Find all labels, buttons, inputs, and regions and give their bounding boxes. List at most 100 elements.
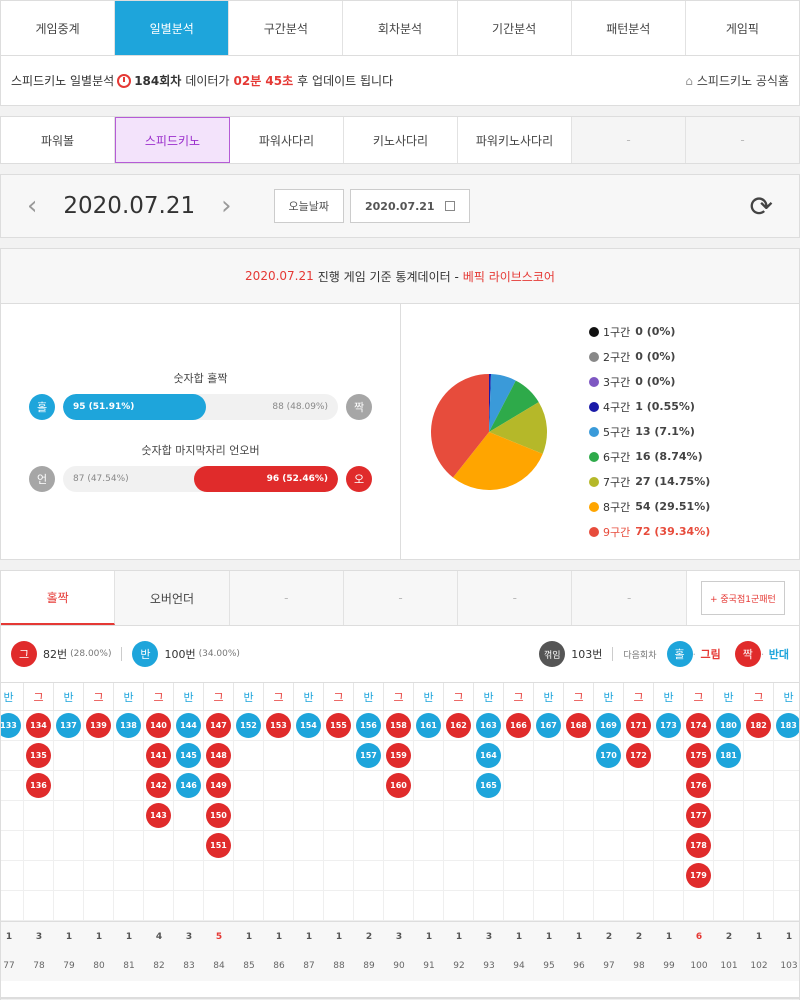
result-ball[interactable]: 157 (356, 743, 381, 768)
result-ball[interactable]: 141 (146, 743, 171, 768)
grid-cell (414, 891, 444, 921)
result-ball[interactable]: 149 (206, 773, 231, 798)
column-count-19: 1 (575, 931, 583, 942)
tab-2[interactable]: 구간분석 (229, 1, 344, 55)
result-ball[interactable]: 159 (386, 743, 411, 768)
result-ball[interactable]: 174 (686, 713, 711, 738)
result-ball[interactable]: 143 (146, 803, 171, 828)
result-ball[interactable]: 172 (626, 743, 651, 768)
result-ball[interactable]: 140 (146, 713, 171, 738)
result-ball[interactable]: 152 (236, 713, 261, 738)
result-ball[interactable]: 148 (206, 743, 231, 768)
result-ball[interactable]: 171 (626, 713, 651, 738)
column-round-9: 86 (273, 961, 285, 971)
grid-cell (534, 861, 564, 891)
column-round-25: 102 (750, 961, 768, 971)
legend-dot-8 (589, 501, 599, 512)
section-chart-panel: 1구간 0 (0%) 2구간 0 (0%) 3구간 0 (0%) 4구간 1 (0.55%) 5… (401, 304, 799, 559)
result-ball[interactable]: 139 (86, 713, 111, 738)
grid-cell (354, 831, 384, 861)
tab-5[interactable]: 패턴분석 (572, 1, 686, 55)
result-ball[interactable]: 145 (176, 743, 201, 768)
game-tab-2[interactable]: 파워사다리 (230, 117, 344, 163)
pattern-tab-0[interactable]: 홀짝 (1, 571, 116, 625)
column-round-8: 85 (243, 961, 255, 971)
result-ball[interactable]: 155 (326, 713, 351, 738)
result-ball[interactable]: 178 (686, 833, 711, 858)
over-circle: 오 (346, 466, 372, 492)
grid-cell: 171 (624, 711, 654, 741)
result-ball[interactable]: 153 (266, 713, 291, 738)
result-ball[interactable]: 156 (356, 713, 381, 738)
result-ball[interactable]: 173 (656, 713, 681, 738)
pattern-grid[interactable]: 반그반그반그반그반그반그반그반그반그반그반그반그반그반 133 134 137 139… (0, 682, 800, 998)
result-ball[interactable]: 147 (206, 713, 231, 738)
grid-cell (54, 891, 84, 921)
column-header-5: 그 (144, 683, 174, 711)
prev-date-icon[interactable]: ‹ (27, 191, 37, 221)
game-tab-0[interactable]: 파워볼 (1, 117, 115, 163)
refresh-icon[interactable]: ⟳ (750, 190, 773, 223)
result-ball[interactable]: 144 (176, 713, 201, 738)
date-picker[interactable]: 2020.07.21 (350, 189, 470, 223)
info-bar: 스피드키노 일별분석 184회차 데이터가 02분 45초 후 업데이트 됩니다… (0, 56, 800, 106)
result-ball[interactable]: 138 (116, 713, 141, 738)
game-tab-1[interactable]: 스피드키노 (115, 117, 230, 163)
result-ball[interactable]: 150 (206, 803, 231, 828)
next-date-icon[interactable]: › (221, 191, 231, 221)
result-ball[interactable]: 142 (146, 773, 171, 798)
result-ball[interactable]: 166 (506, 713, 531, 738)
result-ball[interactable]: 165 (476, 773, 501, 798)
result-ball[interactable]: 137 (56, 713, 81, 738)
china-pattern-button[interactable]: + 중국점1군패턴 (700, 581, 785, 615)
result-ball[interactable]: 169 (596, 713, 621, 738)
result-ball[interactable]: 154 (296, 713, 321, 738)
result-ball[interactable]: 163 (476, 713, 501, 738)
result-ball[interactable]: 180 (716, 713, 741, 738)
result-ball[interactable]: 133 (1, 713, 21, 738)
result-ball[interactable]: 151 (206, 833, 231, 858)
result-ball[interactable]: 136 (26, 773, 51, 798)
result-ball[interactable]: 167 (536, 713, 561, 738)
game-tab-3[interactable]: 키노사다리 (344, 117, 458, 163)
result-ball[interactable]: 181 (716, 743, 741, 768)
result-ball[interactable]: 162 (446, 713, 471, 738)
grid-cell: 144 (174, 711, 204, 741)
result-ball[interactable]: 176 (686, 773, 711, 798)
result-ball[interactable]: 182 (746, 713, 771, 738)
tab-3[interactable]: 회차분석 (343, 1, 458, 55)
tab-1[interactable]: 일별분석 (115, 1, 230, 55)
official-home-link[interactable]: ⌂ 스피드키노 공식홈 (685, 72, 789, 89)
legend-dot-2 (589, 351, 599, 362)
result-ball[interactable]: 161 (416, 713, 441, 738)
next-even-result: 반대 (768, 648, 789, 661)
stat-source-link[interactable]: 베픽 라이브스코어 (463, 268, 555, 285)
result-ball[interactable]: 135 (26, 743, 51, 768)
result-ball[interactable]: 160 (386, 773, 411, 798)
result-ball[interactable]: 164 (476, 743, 501, 768)
column-header-6: 반 (174, 683, 204, 711)
result-ball[interactable]: 183 (776, 713, 799, 738)
game-tab-4[interactable]: 파워키노사다리 (458, 117, 572, 163)
result-ball[interactable]: 146 (176, 773, 201, 798)
grid-cell (534, 831, 564, 861)
column-header-26: 반 (774, 683, 799, 711)
column-count-9: 1 (275, 931, 283, 942)
tab-0[interactable]: 게임중계 (1, 1, 116, 55)
column-round-11: 88 (333, 961, 345, 971)
grid-cell: 140 (144, 711, 174, 741)
tab-4[interactable]: 기간분석 (458, 1, 572, 55)
result-ball[interactable]: 134 (26, 713, 51, 738)
pattern-tab-1[interactable]: 오버언더 (115, 571, 230, 625)
today-button[interactable]: 오늘날짜 (273, 189, 344, 223)
grid-cell (624, 861, 654, 891)
result-ball[interactable]: 170 (596, 743, 621, 768)
result-ball[interactable]: 177 (686, 803, 711, 828)
grid-cell (744, 741, 774, 771)
result-ball[interactable]: 158 (386, 713, 411, 738)
result-ball[interactable]: 175 (686, 743, 711, 768)
result-ball[interactable]: 179 (686, 863, 711, 888)
tab-6[interactable]: 게임픽 (686, 1, 799, 55)
result-ball[interactable]: 168 (566, 713, 591, 738)
pattern-summary: 그 82번 (28.00%) 반 100번 (34.00%) 꺾임 103번 다… (0, 626, 800, 682)
